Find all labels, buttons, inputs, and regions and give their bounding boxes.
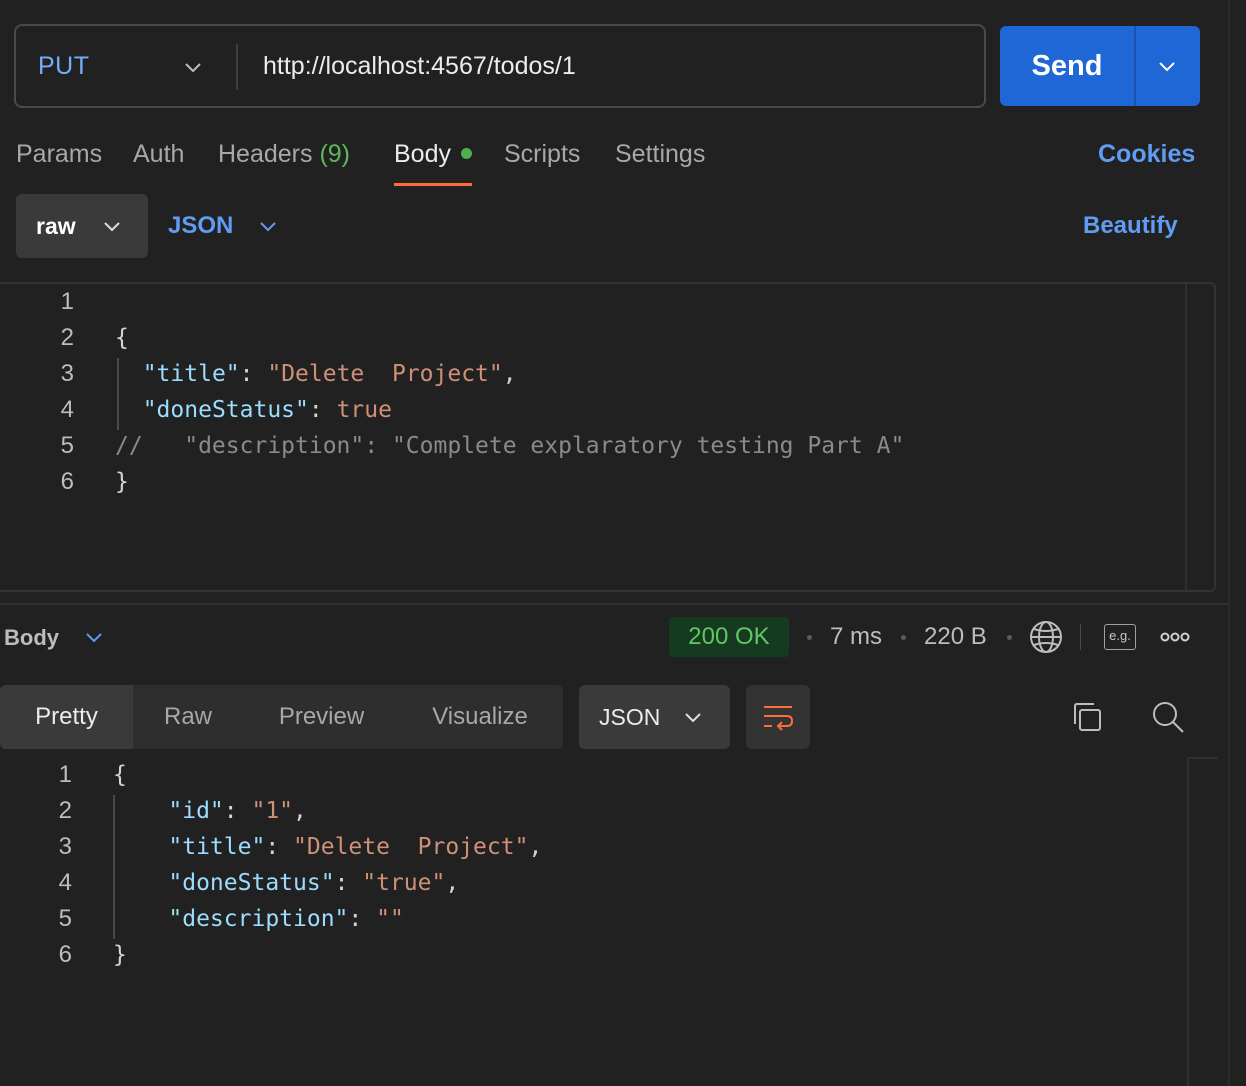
line-number: 2 xyxy=(58,797,72,824)
url-input[interactable]: http://localhost:4567/todos/1 xyxy=(263,26,576,106)
send-button-group: Send xyxy=(1000,26,1200,106)
right-panel-border xyxy=(1228,0,1230,1086)
editor-line: 3 "title": "Delete Project", xyxy=(0,356,517,392)
modified-dot-icon xyxy=(460,147,472,159)
body-mode-label: raw xyxy=(36,213,76,239)
code-text: "description": "" xyxy=(168,906,404,932)
editor-line: 5 // "description": "Complete explaratory… xyxy=(0,428,905,464)
body-language-select[interactable]: JSON xyxy=(168,194,233,258)
response-line: 1{ xyxy=(0,757,127,793)
editor-line: 4 "doneStatus": true xyxy=(0,392,392,428)
method-select[interactable]: PUT xyxy=(38,26,90,106)
response-format-select[interactable]: JSON xyxy=(579,685,730,749)
chevron-down-icon[interactable] xyxy=(84,627,104,647)
response-section-select[interactable]: Body xyxy=(4,618,59,658)
tab-raw[interactable]: Raw xyxy=(133,685,243,749)
wrap-lines-icon xyxy=(764,706,794,731)
separator-dot xyxy=(901,635,906,640)
cookies-link[interactable]: Cookies xyxy=(1098,134,1195,174)
tab-headers[interactable]: Headers (9) xyxy=(218,134,350,174)
active-tab-indicator xyxy=(394,183,472,186)
line-number: 2 xyxy=(60,324,74,351)
line-number: 5 xyxy=(60,432,74,459)
separator-dot xyxy=(1007,635,1012,640)
code-text: } xyxy=(115,469,129,495)
code-text: "id": "1", xyxy=(168,798,307,824)
body-mode-select[interactable]: raw xyxy=(16,194,148,258)
chevron-down-icon[interactable] xyxy=(258,216,278,236)
status-badge[interactable]: 200 OK xyxy=(669,617,789,657)
chevron-down-icon[interactable] xyxy=(182,56,204,78)
search-icon[interactable] xyxy=(1150,699,1186,735)
tab-params[interactable]: Params xyxy=(16,134,102,174)
response-line: 2 "id": "1", xyxy=(0,793,307,829)
tab-scripts[interactable]: Scripts xyxy=(504,134,580,174)
send-button[interactable]: Send xyxy=(1000,26,1134,106)
response-line: 4 "doneStatus": "true", xyxy=(0,865,460,901)
tab-settings[interactable]: Settings xyxy=(615,134,705,174)
response-scroll-top xyxy=(1188,757,1218,759)
response-line: 3 "title": "Delete Project", xyxy=(0,829,543,865)
response-time[interactable]: 7 ms xyxy=(830,617,882,657)
response-view-tabs: Pretty Raw Preview Visualize xyxy=(0,685,563,749)
tab-body[interactable]: Body xyxy=(394,134,472,174)
line-number: 6 xyxy=(58,941,72,968)
code-text: "title": "Delete Project", xyxy=(168,834,543,860)
line-number: 1 xyxy=(60,288,74,315)
editor-line: 6} xyxy=(0,464,129,500)
meta-divider xyxy=(1080,624,1081,650)
tab-visualize[interactable]: Visualize xyxy=(400,685,560,749)
chevron-down-icon xyxy=(104,222,120,232)
code-text: { xyxy=(113,762,127,788)
editor-line: 1 xyxy=(0,284,74,320)
send-divider xyxy=(1134,26,1136,106)
editor-scrollbar[interactable] xyxy=(1185,284,1187,590)
tab-headers-label: Headers xyxy=(218,140,313,168)
code-text: "title": "Delete Project", xyxy=(142,361,517,387)
line-number: 5 xyxy=(58,905,72,932)
line-number: 4 xyxy=(60,396,74,423)
wrap-lines-button[interactable] xyxy=(746,685,810,749)
line-number: 6 xyxy=(60,468,74,495)
url-divider xyxy=(236,44,238,90)
beautify-button[interactable]: Beautify xyxy=(1083,194,1178,258)
response-size[interactable]: 220 B xyxy=(924,617,987,657)
line-number: 3 xyxy=(58,833,72,860)
code-text: { xyxy=(115,325,129,351)
copy-icon[interactable] xyxy=(1070,700,1104,734)
separator-dot xyxy=(807,635,812,640)
response-format-label: JSON xyxy=(599,704,661,730)
response-line: 5 "description": "" xyxy=(0,901,404,937)
response-scrollbar[interactable] xyxy=(1187,758,1189,1086)
editor-line: 2{ xyxy=(0,320,129,356)
more-options-icon[interactable] xyxy=(1160,630,1190,644)
save-example-icon[interactable]: e.g. xyxy=(1104,624,1136,650)
chevron-down-icon xyxy=(685,713,701,723)
code-text: "doneStatus": "true", xyxy=(168,870,460,896)
response-line: 6} xyxy=(0,937,127,973)
send-options-chevron-icon[interactable] xyxy=(1156,55,1178,77)
code-text: } xyxy=(113,942,127,968)
line-number: 4 xyxy=(58,869,72,896)
tab-headers-count: (9) xyxy=(319,140,351,168)
line-number: 3 xyxy=(60,360,74,387)
tab-preview[interactable]: Preview xyxy=(243,685,400,749)
panel-divider[interactable] xyxy=(0,603,1230,605)
code-comment: // "description": "Complete explaratory … xyxy=(115,433,905,459)
tab-auth[interactable]: Auth xyxy=(133,134,184,174)
tab-body-label: Body xyxy=(394,140,451,168)
globe-icon[interactable] xyxy=(1029,620,1063,654)
line-number: 1 xyxy=(58,761,72,788)
tab-pretty[interactable]: Pretty xyxy=(0,685,133,749)
code-text: "doneStatus": true xyxy=(142,397,392,423)
url-bar: PUT http://localhost:4567/todos/1 xyxy=(14,24,986,108)
